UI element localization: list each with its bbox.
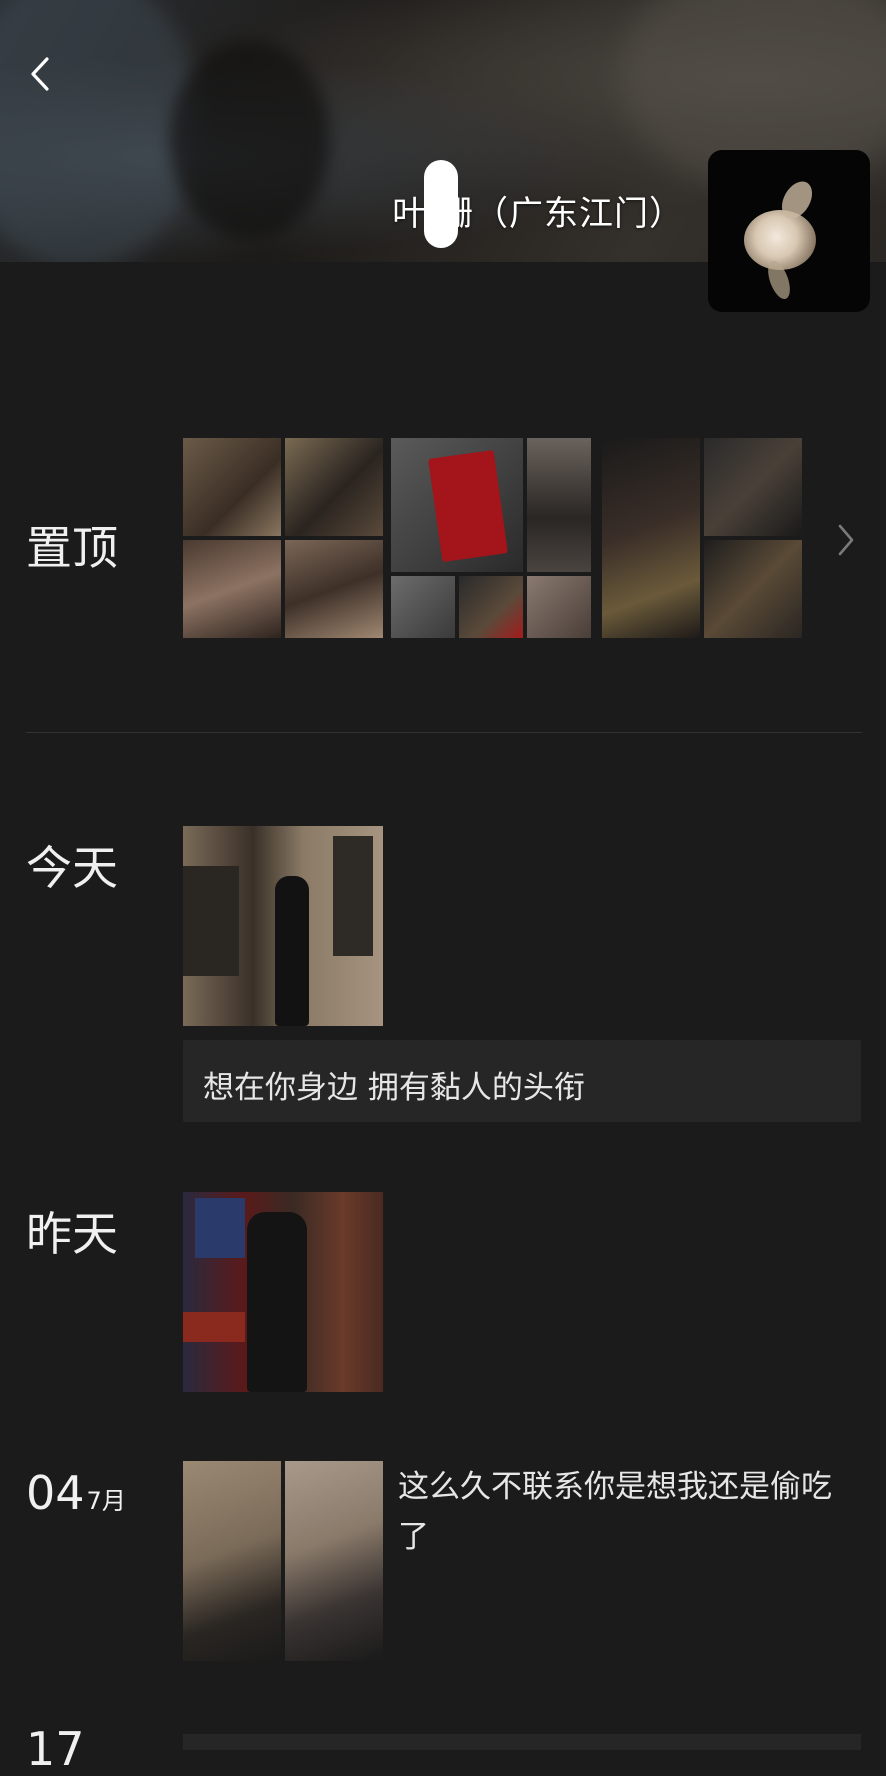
pinned-label: 置顶 <box>26 521 118 575</box>
post-text: 这么久不联系你是想我还是偷吃了 <box>398 1469 832 1555</box>
date-month: 7月 <box>86 1487 126 1515</box>
avatar[interactable] <box>708 150 870 312</box>
post-photo-yesterday[interactable] <box>183 1192 383 1392</box>
pinned-album-3[interactable] <box>602 438 802 638</box>
day-label-yesterday: 昨天 <box>26 1207 118 1261</box>
post-caption: 想在你身边 拥有黏人的头衔 <box>203 1070 585 1106</box>
post-caption-box[interactable]: 想在你身边 拥有黏人的头衔 <box>183 1040 861 1122</box>
post-photo-today[interactable] <box>183 826 383 1026</box>
username: 叶 珊（广东江门） <box>392 160 684 248</box>
redaction-mark <box>424 160 459 248</box>
date-day: 04 <box>26 1466 85 1520</box>
day-label-next: 17 <box>26 1722 85 1776</box>
day-label-today: 今天 <box>26 841 118 895</box>
chevron-right-icon[interactable] <box>834 520 858 560</box>
day-label-date: 047月 <box>26 1466 126 1520</box>
section-divider <box>26 732 862 733</box>
post-photo-cat[interactable] <box>183 1461 383 1661</box>
next-post-partial[interactable] <box>183 1734 861 1750</box>
pinned-album-1[interactable] <box>183 438 383 638</box>
pinned-album-2[interactable] <box>391 438 591 638</box>
chevron-left-icon[interactable] <box>22 52 58 96</box>
